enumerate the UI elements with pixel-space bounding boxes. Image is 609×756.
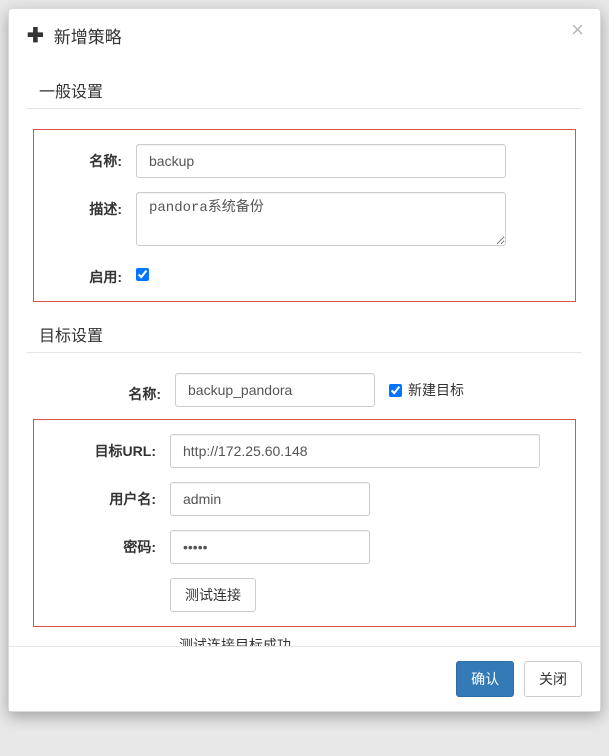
pwd-input[interactable] (170, 530, 370, 564)
test-result-message: 测试连接目标成功。 (179, 635, 582, 646)
section-title-target: 目标设置 (39, 322, 582, 346)
name-input[interactable] (136, 144, 506, 178)
divider (27, 352, 582, 353)
modal-body: 一般设置 名称: 描述: 启用: 目标设置 名称: (9, 58, 600, 646)
modal-title: 新增策略 (54, 23, 122, 48)
new-target-label: 新建目标 (408, 380, 464, 400)
label-enable: 启用: (46, 260, 136, 287)
label-url: 目标URL: (34, 434, 170, 461)
target-name-input[interactable] (175, 373, 375, 407)
url-input[interactable] (170, 434, 540, 468)
ok-button[interactable]: 确认 (456, 661, 514, 697)
label-user: 用户名: (34, 482, 170, 509)
label-spacer (34, 578, 170, 585)
label-name: 名称: (46, 144, 136, 171)
label-pwd: 密码: (34, 530, 170, 557)
test-connection-button[interactable]: 测试连接 (170, 578, 256, 612)
plus-icon: ✚ (27, 23, 44, 48)
target-details-box: 目标URL: 用户名: 密码: 测试连接 (33, 419, 576, 627)
new-target-checkbox[interactable] (389, 384, 402, 397)
general-settings-box: 名称: 描述: 启用: (33, 129, 576, 302)
label-target-name: 名称: (27, 377, 175, 404)
close-icon[interactable]: × (571, 19, 584, 41)
modal-footer: 确认 关闭 (9, 646, 600, 711)
close-button[interactable]: 关闭 (524, 661, 582, 697)
enable-checkbox[interactable] (136, 268, 149, 281)
modal-add-policy: ✚ 新增策略 × 一般设置 名称: 描述: 启用: 目标设置 (8, 8, 601, 712)
new-target-wrap[interactable]: 新建目标 (389, 380, 464, 400)
user-input[interactable] (170, 482, 370, 516)
section-title-general: 一般设置 (39, 78, 582, 102)
desc-textarea[interactable] (136, 192, 506, 246)
modal-header: ✚ 新增策略 × (9, 9, 600, 58)
label-desc: 描述: (46, 192, 136, 219)
divider (27, 108, 582, 109)
